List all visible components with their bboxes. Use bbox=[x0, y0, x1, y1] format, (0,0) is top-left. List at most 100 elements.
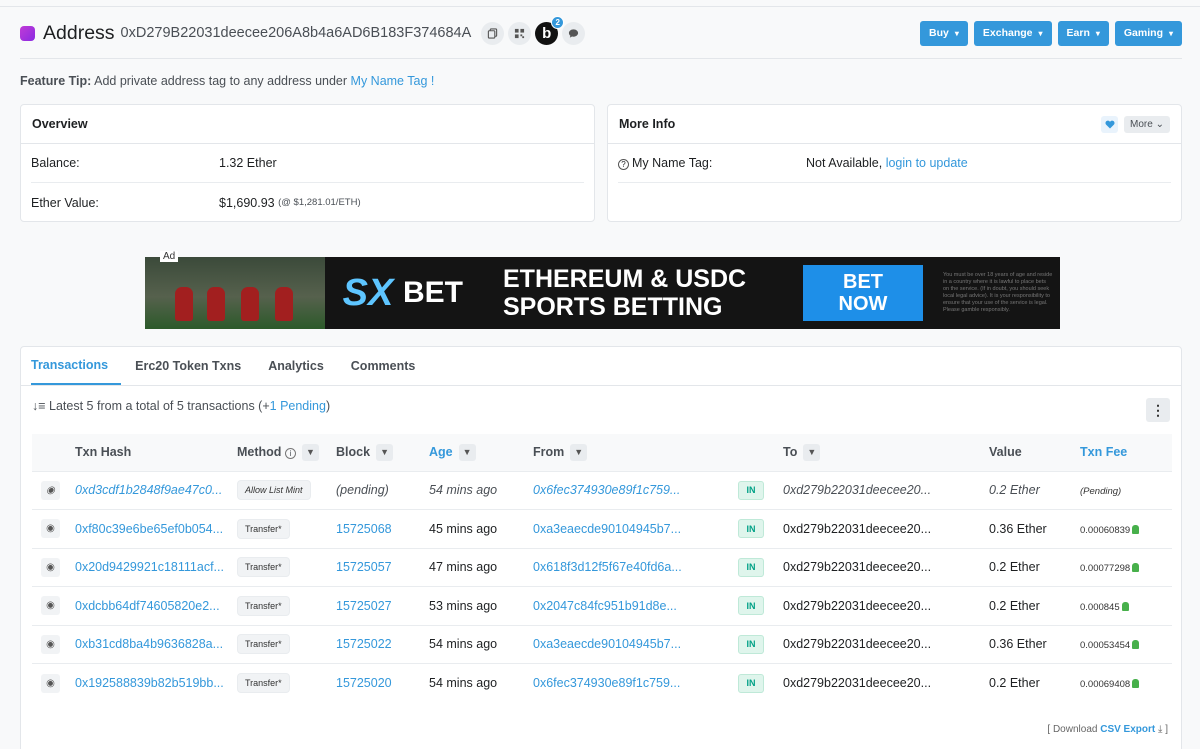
ad-headline: ETHEREUM & USDC SPORTS BETTING bbox=[503, 265, 783, 321]
name-tag-label-wrap: ? My Name Tag: bbox=[618, 156, 806, 170]
block-link[interactable]: 15725057 bbox=[336, 548, 429, 587]
from-address-link[interactable]: 0x618f3d12f5f67e40fd6a... bbox=[533, 548, 738, 587]
eye-icon[interactable]: ◉ bbox=[41, 557, 60, 577]
ad-cta-button[interactable]: BET NOW bbox=[803, 265, 923, 321]
balance-row: Balance: 1.32 Ether bbox=[31, 144, 584, 183]
overview-card: Overview Balance: 1.32 Ether Ether Value… bbox=[20, 104, 595, 222]
tab-analytics[interactable]: Analytics bbox=[268, 347, 337, 385]
method-badge: Transfer* bbox=[237, 673, 290, 693]
txn-hash-link[interactable]: 0x192588839b82b519bb... bbox=[75, 664, 237, 703]
eye-icon[interactable]: ◉ bbox=[41, 519, 60, 539]
more-info-header: More Info More ⌄ bbox=[608, 105, 1181, 144]
method-badge: Transfer* bbox=[237, 634, 290, 655]
chevron-down-icon: ▾ bbox=[1095, 28, 1100, 38]
txn-hash-link[interactable]: 0xf80c39e6be65ef0b054... bbox=[75, 510, 237, 549]
gas-icon bbox=[1121, 601, 1129, 611]
eye-icon[interactable]: ◉ bbox=[41, 480, 60, 500]
feature-tip: Feature Tip: Add private address tag to … bbox=[20, 74, 434, 88]
heart-icon bbox=[1105, 120, 1115, 128]
tab-erc20-token-txns[interactable]: Erc20 Token Txns bbox=[135, 347, 254, 385]
balance-label: Balance: bbox=[31, 156, 80, 170]
options-menu-button[interactable]: ⋮ bbox=[1146, 398, 1170, 422]
filter-icon[interactable]: ▼ bbox=[803, 443, 821, 461]
overview-title: Overview bbox=[21, 105, 594, 144]
pending-link[interactable]: 1 Pending bbox=[270, 399, 326, 413]
top-border bbox=[0, 6, 1200, 7]
copy-button[interactable] bbox=[481, 21, 505, 45]
ad-label: Ad bbox=[160, 251, 179, 262]
favorite-button[interactable] bbox=[1101, 115, 1119, 133]
transactions-summary: ↓≡ Latest 5 from a total of 5 transactio… bbox=[32, 399, 330, 413]
direction-badge: IN bbox=[738, 634, 764, 654]
block-link[interactable]: 15725068 bbox=[336, 510, 429, 549]
comment-icon bbox=[569, 28, 579, 38]
header-method: Method i ▼ bbox=[237, 434, 336, 471]
more-dropdown-button[interactable]: More ⌄ bbox=[1124, 115, 1170, 133]
from-address-link[interactable]: 0xa3eaecde90104945b7... bbox=[533, 625, 738, 664]
to-address: 0xd279b22031deecee20... bbox=[783, 598, 932, 613]
to-address: 0xd279b22031deecee20... bbox=[783, 560, 932, 575]
exchange-menu-button[interactable]: Exchange ▾ bbox=[973, 20, 1052, 46]
header-direction bbox=[738, 434, 783, 471]
footer-open: [ Download bbox=[1047, 724, 1098, 735]
chevron-down-icon: ⌄ bbox=[1155, 118, 1164, 130]
ad-banner[interactable]: SX BET ETHEREUM & USDC SPORTS BETTING BE… bbox=[145, 257, 1060, 329]
filter-icon[interactable]: ▼ bbox=[301, 443, 319, 461]
value-cell: 0.36 Ether bbox=[989, 637, 1047, 652]
ether-rate: (@ $1,281.01/ETH) bbox=[278, 197, 361, 208]
from-address-link[interactable]: 0x6fec374930e89f1c759... bbox=[533, 664, 738, 703]
buy-menu-button[interactable]: Buy ▾ bbox=[920, 20, 968, 46]
page-title: Address bbox=[43, 21, 115, 44]
block-link[interactable]: 15725022 bbox=[336, 625, 429, 664]
balance-value: 1.32 Ether bbox=[219, 156, 277, 170]
comment-button[interactable] bbox=[562, 21, 586, 45]
from-address-link[interactable]: 0x6fec374930e89f1c759... bbox=[533, 471, 738, 510]
block-link[interactable]: 15725027 bbox=[336, 587, 429, 626]
csv-export-link[interactable]: CSV Export bbox=[1100, 724, 1155, 735]
age-cell: 53 mins ago bbox=[429, 598, 498, 613]
txn-hash-link[interactable]: 0xdcbb64df74605820e2... bbox=[75, 587, 237, 626]
header-from: From ▼ bbox=[533, 434, 738, 471]
age-cell: 47 mins ago bbox=[429, 560, 498, 575]
header-to: To ▼ bbox=[783, 434, 989, 471]
gas-icon bbox=[1132, 640, 1140, 650]
to-address: 0xd279b22031deecee20... bbox=[783, 483, 932, 498]
from-address-link[interactable]: 0x2047c84fc951b91d8e... bbox=[533, 587, 738, 626]
txn-fee: (Pending) bbox=[1080, 486, 1122, 498]
from-address-link[interactable]: 0xa3eaecde90104945b7... bbox=[533, 510, 738, 549]
eye-icon[interactable]: ◉ bbox=[41, 634, 60, 654]
gaming-menu-button[interactable]: Gaming ▾ bbox=[1114, 20, 1182, 46]
filter-icon[interactable]: ▼ bbox=[458, 443, 476, 461]
block-link[interactable]: 15725020 bbox=[336, 664, 429, 703]
login-to-update-link[interactable]: login to update bbox=[886, 156, 968, 170]
earn-menu-button[interactable]: Earn ▾ bbox=[1057, 20, 1109, 46]
txn-hash-link[interactable]: 0x20d9429921c18111acf... bbox=[75, 548, 237, 587]
to-address: 0xd279b22031deecee20... bbox=[783, 521, 932, 536]
txn-hash-link[interactable]: 0xb31cd8ba4b9636828a... bbox=[75, 625, 237, 664]
tab-comments[interactable]: Comments bbox=[351, 347, 429, 385]
blockscan-chat-button[interactable]: b 2 bbox=[535, 15, 565, 45]
table-row: ◉ 0x20d9429921c18111acf... Transfer* 157… bbox=[32, 548, 1172, 587]
ad-bet-text: BET bbox=[403, 276, 463, 309]
feature-tip-text: Add private address tag to any address u… bbox=[94, 74, 348, 88]
filter-icon[interactable]: ▼ bbox=[570, 443, 588, 461]
header-txn-hash: Txn Hash bbox=[75, 445, 132, 460]
my-name-tag-link[interactable]: My Name Tag bbox=[351, 74, 428, 88]
header-txn-fee[interactable]: Txn Fee bbox=[1080, 434, 1172, 471]
txn-fee: 0.00053454 bbox=[1080, 640, 1131, 652]
qr-code-button[interactable] bbox=[508, 21, 532, 45]
ad-headline-line2: SPORTS BETTING bbox=[503, 293, 723, 321]
tab-transactions[interactable]: Transactions bbox=[31, 347, 122, 385]
chevron-down-icon: ▾ bbox=[1168, 28, 1173, 38]
eye-icon[interactable]: ◉ bbox=[41, 673, 60, 693]
transactions-table: Txn Hash Method i ▼ Block ▼ Age ▼ From ▼ To ▼… bbox=[32, 434, 1172, 702]
eye-icon[interactable]: ◉ bbox=[41, 596, 60, 616]
filter-icon[interactable]: ▼ bbox=[376, 443, 394, 461]
table-row: ◉ 0xd3cdf1b2848f9ae47c0... Allow List Mi… bbox=[32, 471, 1172, 510]
header-age[interactable]: Age ▼ bbox=[429, 434, 533, 471]
age-cell: 54 mins ago bbox=[429, 483, 498, 498]
direction-badge: IN bbox=[738, 673, 764, 693]
kebab-icon: ⋮ bbox=[1151, 401, 1165, 418]
ad-football-image bbox=[145, 257, 325, 329]
txn-hash-link[interactable]: 0xd3cdf1b2848f9ae47c0... bbox=[75, 471, 237, 510]
